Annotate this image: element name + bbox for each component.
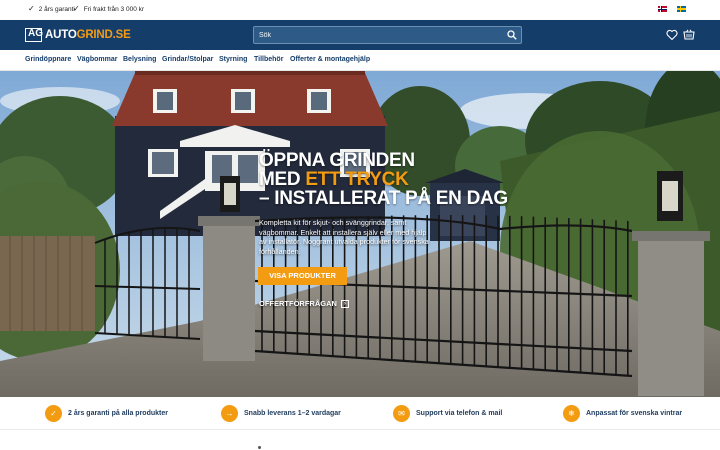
- carousel-dot[interactable]: [258, 446, 261, 449]
- check-icon: ✓: [28, 4, 35, 13]
- usp-label: Support via telefon & mail: [416, 410, 503, 417]
- snowflake-icon: ❄: [563, 405, 580, 422]
- norway-flag-icon[interactable]: [658, 6, 667, 12]
- usp-item: ❄ Anpassat för svenska vintrar: [563, 405, 682, 422]
- nav-item-tillbehor[interactable]: Tillbehör: [254, 56, 283, 63]
- usp-label: Snabb leverans 1–2 vardagar: [244, 410, 341, 417]
- hero-title: Öppna grinden med ett tryck – installera…: [259, 150, 508, 209]
- check-icon: ✓: [45, 405, 62, 422]
- top-usp-label: Fri frakt från 3 000 kr: [83, 5, 145, 13]
- nav-item-offerter[interactable]: Offerter & montagehjälp: [290, 56, 370, 63]
- usp-bar: ✓ 2 års garanti på alla produkter → Snab…: [0, 397, 720, 430]
- top-usp-shipping: ✓ Fri frakt från 3 000 kr: [73, 5, 144, 13]
- quote-request-label: Offertförfrågan: [259, 299, 337, 308]
- nav-item-styrning[interactable]: Styrning: [219, 56, 247, 63]
- site-header: AG AUTOGRIND.SE: [0, 20, 720, 50]
- hero-banner: Öppna grinden med ett tryck – installera…: [0, 71, 720, 397]
- logo-text: AUTOGRIND.SE: [45, 29, 131, 41]
- usp-label: Anpassat för svenska vintrar: [586, 410, 683, 417]
- sweden-flag-icon[interactable]: [677, 6, 686, 12]
- top-bar: ✓ 2 års garanti ✓ Fri frakt från 3 000 k…: [0, 0, 720, 20]
- usp-label: 2 års garanti på alla produkter: [68, 410, 168, 417]
- quote-request-link[interactable]: Offertförfrågan ›: [259, 299, 349, 308]
- nav-item-grindar-stolpar[interactable]: Grindar/Stolpar: [162, 56, 213, 63]
- top-usp-warranty: ✓ 2 års garanti: [28, 5, 75, 13]
- search-icon[interactable]: [507, 30, 517, 40]
- heart-icon[interactable]: [666, 29, 678, 41]
- search-bar: [253, 26, 522, 44]
- cart-icon[interactable]: [683, 29, 695, 41]
- usp-item: ✉ Support via telefon & mail: [393, 405, 502, 422]
- top-usp-label: 2 års garanti: [38, 5, 75, 13]
- usp-item: ✓ 2 års garanti på alla produkter: [45, 405, 168, 422]
- arrow-icon: →: [221, 405, 238, 422]
- search-input[interactable]: [254, 27, 494, 43]
- hero-description: Kompletta kit för skjut- och svänggrinda…: [259, 218, 429, 256]
- nav-item-belysning[interactable]: Belysning: [123, 56, 156, 63]
- arrow-icon: ›: [340, 299, 349, 308]
- main-nav: Grindöppnare Vägbommar Belysning Grindar…: [0, 50, 720, 71]
- check-icon: ✓: [73, 4, 80, 13]
- site-logo[interactable]: AG AUTOGRIND.SE: [25, 27, 131, 43]
- nav-item-grindoppnare[interactable]: Grindöppnare: [25, 56, 71, 63]
- show-products-button[interactable]: Visa produkter: [258, 267, 347, 285]
- nav-item-vagbommar[interactable]: Vägbommar: [77, 56, 117, 63]
- mail-icon: ✉: [393, 405, 410, 422]
- usp-item: → Snabb leverans 1–2 vardagar: [221, 405, 341, 422]
- logo-mark: AG: [25, 28, 43, 42]
